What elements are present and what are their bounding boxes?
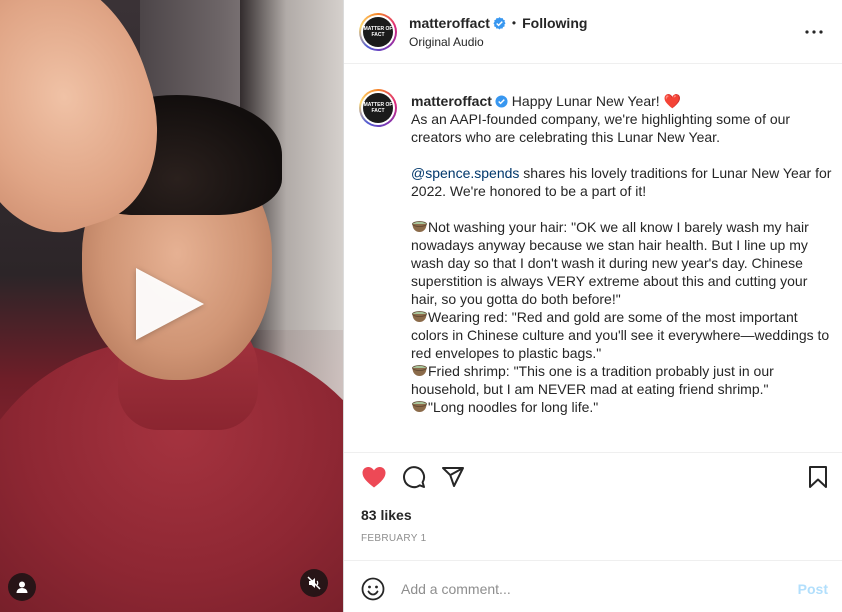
header-separator: • <box>511 16 517 30</box>
post-header: MATTER OF FACT matteroffact • Following … <box>344 0 842 64</box>
bowl-icon <box>412 311 427 322</box>
mention-link[interactable]: @spence.spends <box>411 165 519 181</box>
caption-headline: Happy Lunar New Year! <box>511 93 660 109</box>
tradition-hair: Not washing your hair: "OK we all know I… <box>411 219 809 307</box>
tradition-noodles: "Long noodles for long life." <box>428 399 599 415</box>
post-date[interactable]: FEBRUARY 1 <box>361 533 426 544</box>
bowl-icon <box>412 401 427 412</box>
header-username[interactable]: matteroffact <box>409 15 490 31</box>
avatar-logo: MATTER OF FACT <box>363 17 393 47</box>
emoji-icon[interactable] <box>361 577 385 601</box>
red-heart-emoji: ❤️ <box>663 93 681 109</box>
user-icon[interactable] <box>8 573 36 601</box>
likes-count[interactable]: 83 likes <box>361 507 412 523</box>
caption-username[interactable]: matteroffact <box>411 93 492 109</box>
muted-speaker-icon[interactable] <box>300 569 328 597</box>
caption-text: matteroffact Happy Lunar New Year! ❤️ As… <box>411 92 836 416</box>
bookmark-icon[interactable] <box>804 463 832 491</box>
caption-line1: As an AAPI-founded company, we're highli… <box>411 111 791 145</box>
post-comment-button[interactable]: Post <box>798 581 828 597</box>
caption-avatar-logo: MATTER OF FACT <box>363 93 393 123</box>
comment-bar: Post <box>344 560 842 612</box>
original-audio-link[interactable]: Original Audio <box>409 35 484 49</box>
action-bar <box>360 463 830 493</box>
verified-badge-icon <box>493 16 506 30</box>
verified-badge-icon <box>495 95 508 108</box>
bowl-icon <box>412 365 427 376</box>
more-options-icon[interactable] <box>804 22 824 42</box>
comment-input[interactable] <box>401 575 781 603</box>
post-panel: MATTER OF FACT matteroffact • Following … <box>343 0 842 612</box>
heart-icon[interactable] <box>360 463 388 491</box>
tradition-shrimp: Fried shrimp: "This one is a tradition p… <box>411 363 774 397</box>
tradition-red: Wearing red: "Red and gold are some of t… <box>411 309 830 361</box>
comment-icon[interactable] <box>400 463 428 491</box>
video-player[interactable] <box>0 0 343 612</box>
caption-avatar[interactable]: MATTER OF FACT <box>359 89 397 127</box>
post-caption: MATTER OF FACT matteroffact Happy Lunar … <box>344 65 842 453</box>
share-icon[interactable] <box>439 463 467 491</box>
play-icon[interactable] <box>136 268 204 340</box>
following-button[interactable]: Following <box>522 15 587 31</box>
avatar[interactable]: MATTER OF FACT <box>359 13 397 51</box>
bowl-icon <box>412 221 427 232</box>
